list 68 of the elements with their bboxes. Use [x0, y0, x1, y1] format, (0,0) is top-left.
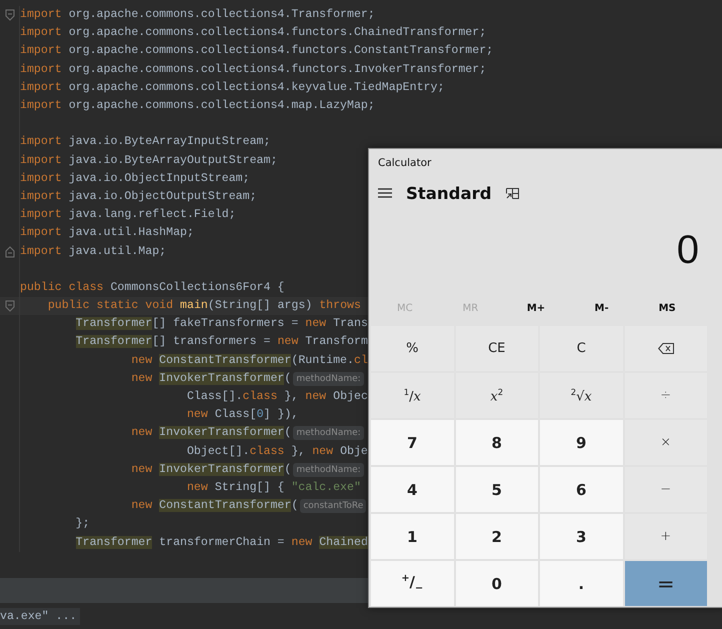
digit-key[interactable]: 3 — [540, 514, 622, 559]
window-title: Calculator — [378, 156, 432, 168]
mode-title: Standard — [406, 184, 492, 202]
digit-key[interactable]: 9 — [540, 420, 622, 465]
code-line: Transformer transformerChain = new Chained — [74, 534, 368, 551]
code-line: import java.util.HashMap; — [20, 225, 194, 242]
code-line: import java.io.ByteArrayInputStream; — [20, 134, 270, 150]
code-line: new InvokerTransformer( — [130, 425, 292, 442]
code-line: import java.io.ObjectOutputStream; — [20, 188, 257, 205]
console-output[interactable]: va.exe" ... — [0, 608, 80, 624]
memory-button[interactable]: MS — [634, 290, 700, 326]
operator-key[interactable]: + — [624, 514, 707, 559]
code-line: new InvokerTransformer( — [130, 462, 292, 478]
code-line: import org.apache.commons.collections4.functors.InvokerTransformer; — [20, 62, 486, 78]
display-value: 0 — [676, 228, 699, 272]
code-line: public static void main(String[] args) throws — [46, 298, 361, 314]
keep-on-top-icon[interactable] — [506, 188, 519, 198]
function-key[interactable]: x$^{2}$ — [456, 373, 538, 418]
code-line: import org.apache.commons.collections4.functors.ConstantTransformer; — [20, 43, 494, 60]
code-line: import java.io.ByteArrayOutputStream; — [20, 152, 278, 169]
code-line: new Class[0] }), — [186, 407, 298, 424]
parameter-hint: methodName: — [293, 426, 364, 440]
fold-icon[interactable] — [4, 300, 14, 312]
digit-key[interactable]: 8 — [456, 420, 538, 465]
function-key[interactable]: $^{2}$√x — [540, 373, 622, 418]
code-line: import org.apache.commons.collections4.map.LazyMap; — [20, 98, 375, 114]
digit-key[interactable]: 2 — [456, 514, 538, 559]
function-key[interactable]: $^{1}$/x — [371, 373, 454, 418]
code-line: import java.util.Map; — [20, 244, 166, 260]
parameter-hint: methodName: — [293, 372, 364, 386]
function-key[interactable]: CE — [456, 326, 538, 371]
code-line: }; — [74, 516, 90, 532]
backspace-icon — [658, 343, 674, 354]
function-key[interactable]: % — [371, 326, 454, 371]
code-line: import org.apache.commons.collections4.Transformer; — [20, 7, 375, 24]
operator-key[interactable]: ÷ — [624, 373, 707, 418]
code-line: new ConstantTransformer(Runtime.cl — [130, 352, 368, 369]
parameter-hint: constantToRe — [300, 499, 366, 514]
function-key[interactable]: C — [540, 326, 622, 371]
code-line: import java.io.ObjectInputStream; — [20, 170, 250, 187]
code-line: new String[] { "calc.exe" — [186, 480, 361, 496]
operator-key[interactable]: − — [624, 467, 707, 512]
digit-key[interactable]: 6 — [540, 467, 622, 512]
digit-key[interactable]: 7 — [371, 420, 454, 465]
digit-key[interactable]: . — [540, 561, 622, 606]
code-line: new ConstantTransformer( — [130, 498, 298, 514]
code-line: import org.apache.commons.collections4.functors.ChainedTransformer; — [20, 25, 486, 42]
code-line: new InvokerTransformer( — [130, 370, 292, 387]
code-line: Object[].class }, new Obje — [186, 444, 368, 460]
code-line: import org.apache.commons.collections4.keyvalue.TiedMapEntry; — [20, 80, 444, 96]
equals-key[interactable]: = — [624, 561, 707, 606]
digit-key[interactable]: 0 — [456, 561, 538, 606]
code-line: Class[].class }, new Objec — [186, 389, 368, 406]
memory-button[interactable]: M- — [568, 290, 634, 326]
digit-key[interactable]: 5 — [456, 467, 538, 512]
fold-icon[interactable] — [4, 246, 14, 258]
digit-key[interactable]: 1 — [371, 514, 454, 559]
parameter-hint: methodName: — [293, 462, 364, 477]
operator-key[interactable]: × — [624, 420, 707, 465]
digit-key[interactable]: $^{+}$/$_{−}$ — [371, 561, 454, 606]
digit-key[interactable]: 4 — [371, 467, 454, 512]
code-line: public class CommonsCollections6For4 { — [20, 280, 284, 296]
code-line: Transformer[] fakeTransformers = new Trans — [74, 316, 368, 332]
menu-icon[interactable] — [378, 188, 392, 198]
code-line: import java.lang.reflect.Field; — [20, 207, 236, 224]
code-line: Transformer[] transformers = new Transform — [74, 334, 368, 350]
fold-icon[interactable] — [4, 9, 14, 22]
memory-button[interactable]: M+ — [503, 290, 569, 326]
